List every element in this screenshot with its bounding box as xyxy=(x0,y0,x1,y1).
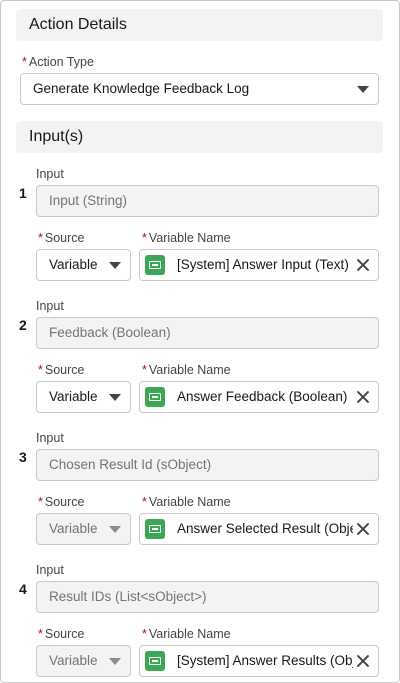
input-field: Chosen Result Id (sObject) xyxy=(36,449,379,481)
variable-name-input[interactable]: [System] Answer Input (Text) xyxy=(139,249,379,281)
inputs-header: Input(s) xyxy=(16,121,383,153)
input-label: Input xyxy=(36,167,64,181)
input-field: Result IDs (List<sObject>) xyxy=(36,581,379,613)
row-number: 1 xyxy=(19,185,27,201)
variable-name-label: * Variable Name xyxy=(142,627,231,641)
variable-name-input[interactable]: Answer Feedback (Boolean) xyxy=(139,381,379,413)
close-icon[interactable] xyxy=(356,390,370,404)
inputs-title: Input(s) xyxy=(29,128,84,145)
variable-name-value: Answer Selected Result (Object) xyxy=(177,521,353,536)
variable-name-label: * Variable Name xyxy=(142,363,231,377)
variable-icon xyxy=(145,387,165,407)
row-number: 2 xyxy=(19,317,27,333)
input-field: Feedback (Boolean) xyxy=(36,317,379,349)
variable-name-input[interactable]: Answer Selected Result (Object) xyxy=(139,513,379,545)
action-details-header: Action Details xyxy=(16,9,383,41)
row-number: 3 xyxy=(19,449,27,465)
source-label: * Source xyxy=(38,627,85,641)
input-label: Input xyxy=(36,431,64,445)
variable-name-input[interactable]: [System] Answer Results (Object) xyxy=(139,645,379,677)
variable-icon xyxy=(145,255,165,275)
chevron-down-icon xyxy=(109,526,121,533)
source-label: * Source xyxy=(38,495,85,509)
source-label: * Source xyxy=(38,231,85,245)
variable-name-label: * Variable Name xyxy=(142,495,231,509)
row-number: 4 xyxy=(19,581,27,597)
close-icon[interactable] xyxy=(356,258,370,272)
action-type-label: * Action Type xyxy=(22,55,94,69)
variable-icon xyxy=(145,519,165,539)
close-icon[interactable] xyxy=(356,522,370,536)
variable-icon xyxy=(145,651,165,671)
chevron-down-icon xyxy=(109,262,121,269)
chevron-down-icon xyxy=(357,86,369,93)
source-select: Variable xyxy=(36,645,131,677)
close-icon[interactable] xyxy=(356,654,370,668)
source-select: Variable xyxy=(36,513,131,545)
source-label: * Source xyxy=(38,363,85,377)
variable-name-value: [System] Answer Input (Text) xyxy=(177,257,349,272)
variable-name-label: * Variable Name xyxy=(142,231,231,245)
source-select[interactable]: Variable xyxy=(36,381,131,413)
action-details-title: Action Details xyxy=(29,16,127,33)
action-panel: Action Details * Action Type Generate Kno… xyxy=(0,0,400,683)
variable-name-value: [System] Answer Results (Object) xyxy=(177,653,353,668)
input-field: Input (String) xyxy=(36,185,379,217)
variable-name-value: Answer Feedback (Boolean) xyxy=(177,389,348,404)
source-select[interactable]: Variable xyxy=(36,249,131,281)
input-label: Input xyxy=(36,299,64,313)
input-label: Input xyxy=(36,563,64,577)
action-type-select[interactable]: Generate Knowledge Feedback Log xyxy=(20,73,379,105)
chevron-down-icon xyxy=(109,394,121,401)
chevron-down-icon xyxy=(109,658,121,665)
